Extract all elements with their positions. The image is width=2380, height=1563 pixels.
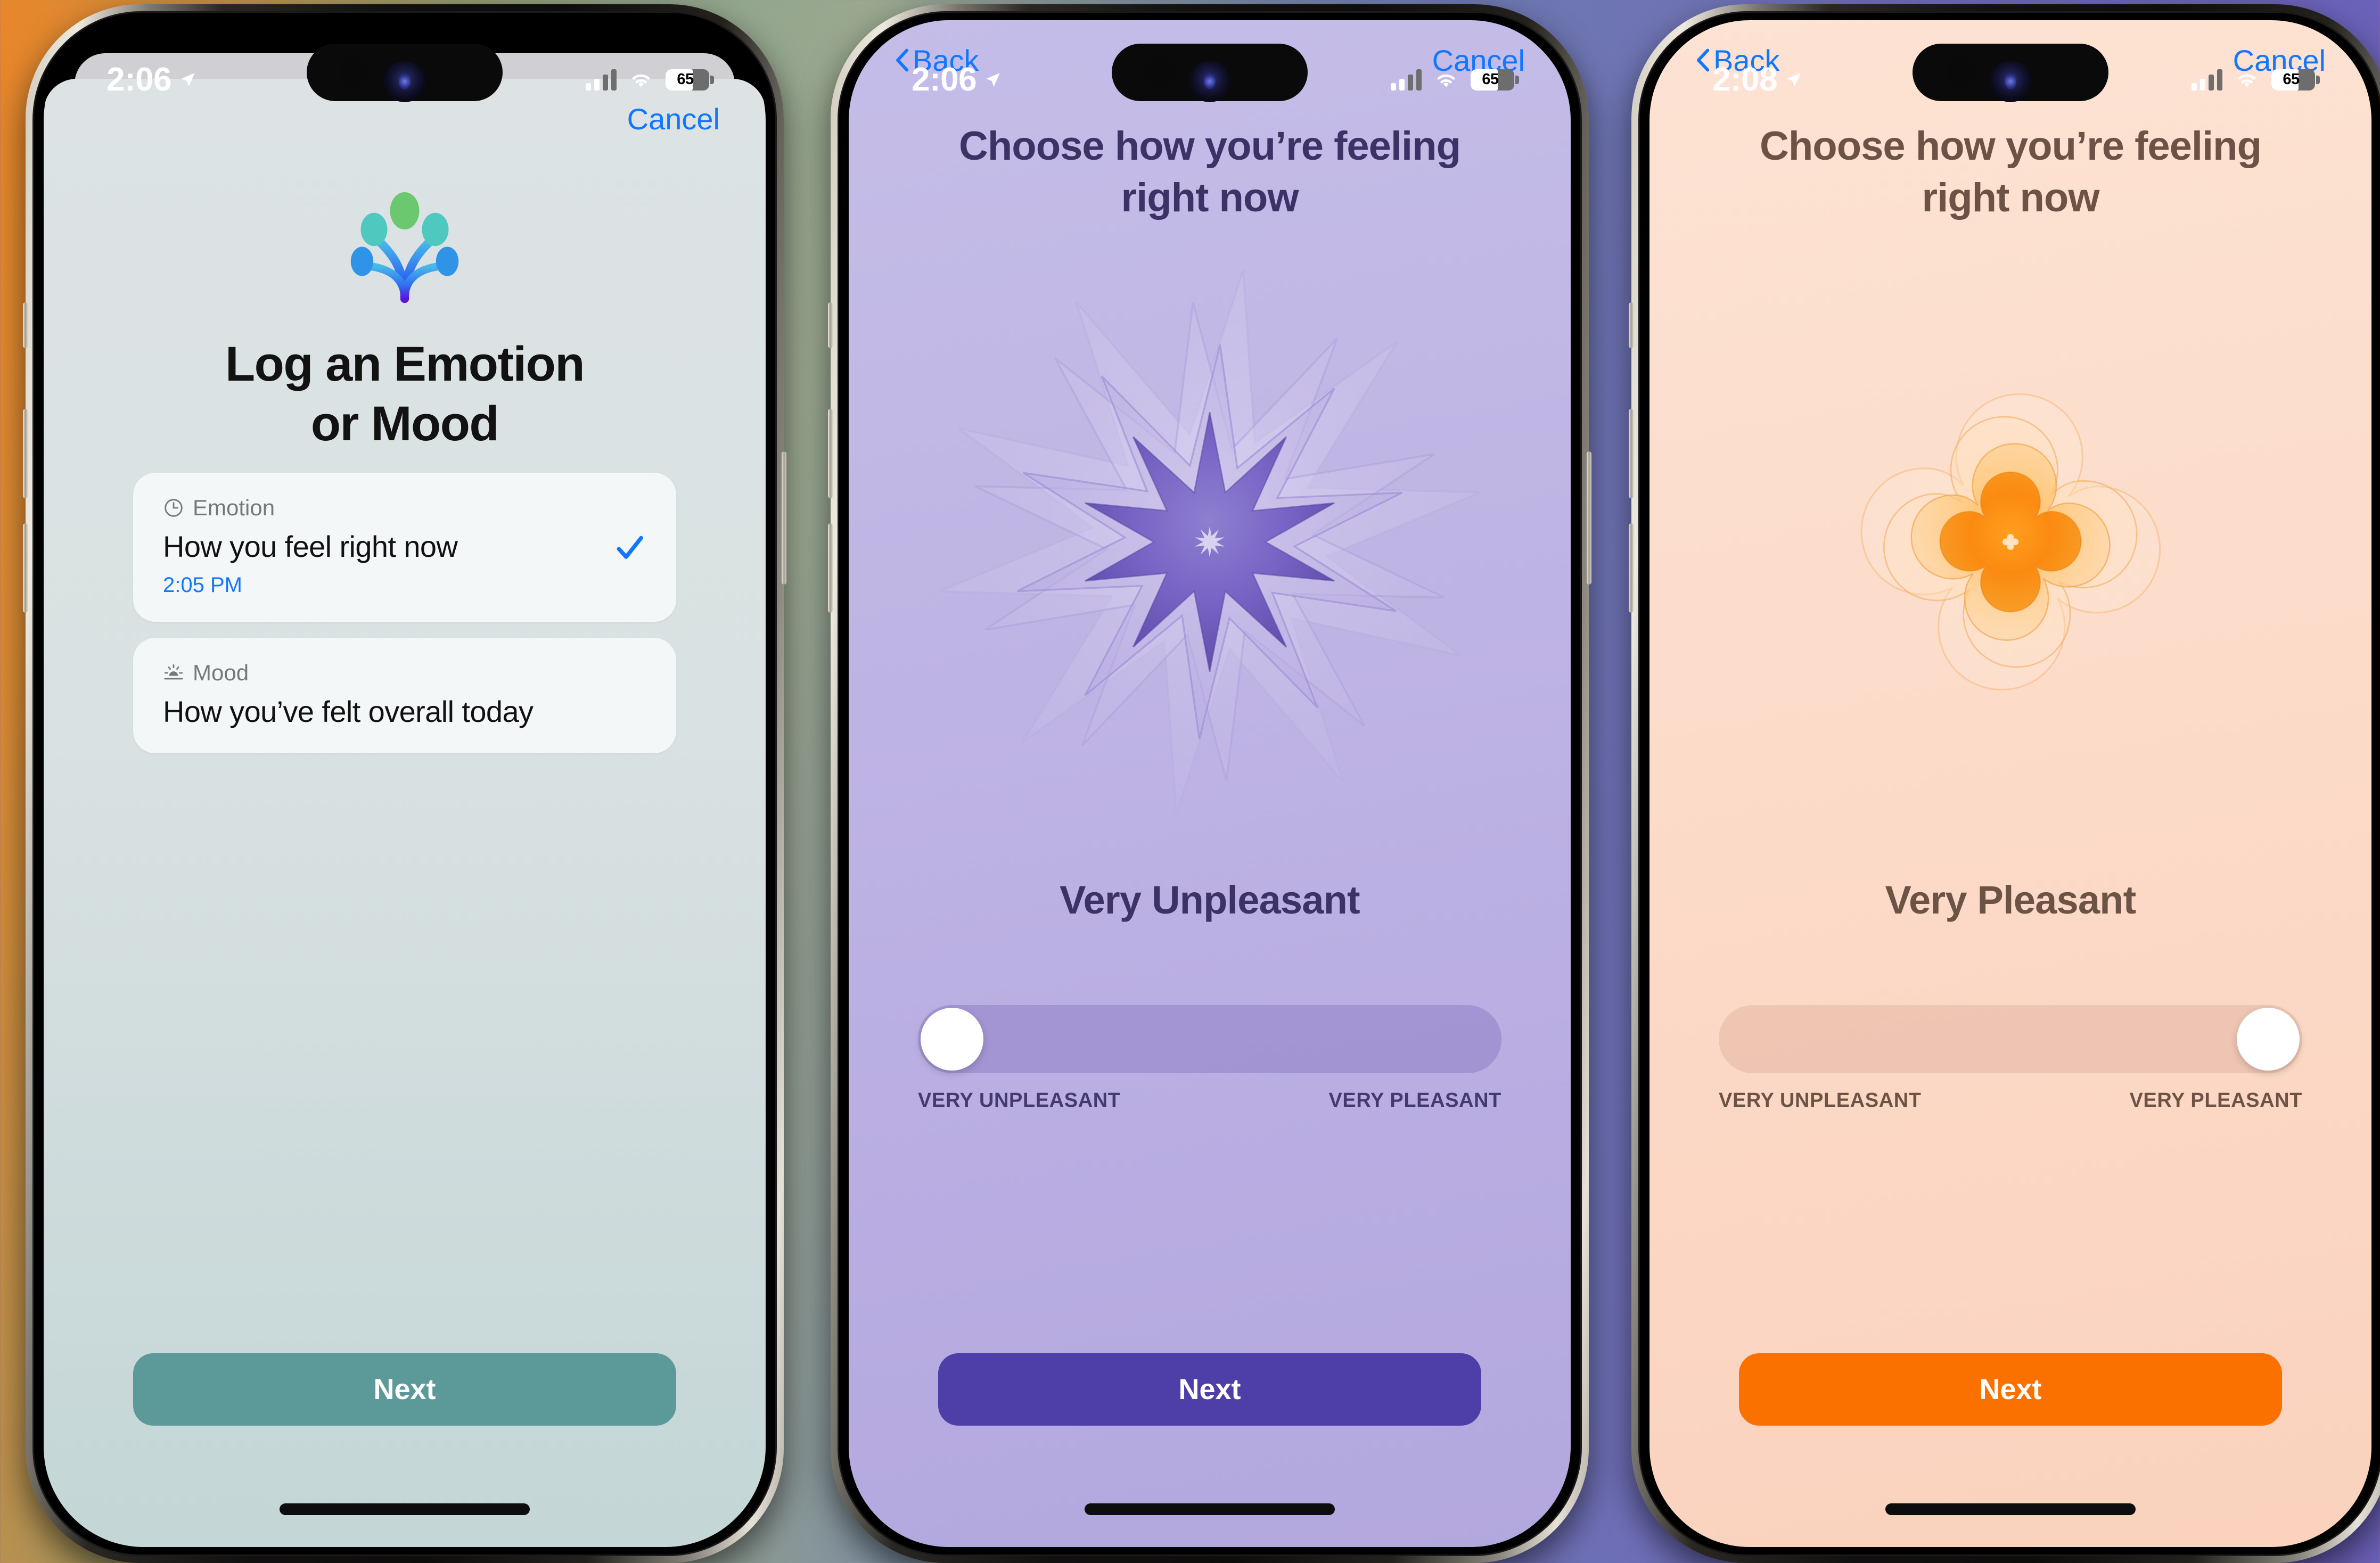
option-card-mood[interactable]: Mood How you’ve felt overall today (133, 638, 676, 753)
slider-thumb[interactable] (2237, 1008, 2300, 1071)
status-bar-right: 65 (2192, 69, 2320, 91)
home-indicator[interactable] (280, 1503, 530, 1515)
option-title: How you’ve felt overall today (163, 695, 534, 728)
location-arrow-icon (181, 72, 195, 87)
slider-track[interactable] (918, 1005, 1501, 1073)
status-time: 2:06 (106, 61, 172, 98)
valence-bloom-pleasant-icon (1845, 378, 2176, 706)
page-heading: Choose how you’re feeling right now (1760, 124, 2262, 221)
home-indicator[interactable] (1885, 1503, 2136, 1515)
option-kicker-emotion: Emotion (163, 495, 646, 521)
option-kicker-mood: Mood (163, 660, 646, 686)
mute-switch[interactable] (23, 302, 28, 348)
status-bar: 2:06 65 (44, 20, 766, 113)
chooser-body: Log an Emotion or Mood Emotion How you f… (44, 159, 766, 1547)
phone-screen: 2:06 65 (849, 20, 1571, 1547)
status-time: 2:06 (912, 61, 977, 98)
slider-end-labels: VERY UNPLEASANT VERY PLEASANT (1719, 1089, 2302, 1112)
status-bar-left: 2:06 (106, 61, 197, 98)
volume-up-button[interactable] (23, 409, 28, 498)
cellular-bars-icon (1391, 69, 1422, 91)
phone-3: 2:08 65 Back Cancel Choose how you’re fe… (1629, 4, 2380, 1563)
valence-label: Very Unpleasant (1060, 878, 1360, 922)
status-bar-left: 2:08 (1712, 61, 1803, 98)
page-heading: Choose how you’re feeling right now (959, 124, 1461, 221)
location-arrow-icon (986, 72, 1000, 87)
option-card-emotion[interactable]: Emotion How you feel right now 2:05 PM (133, 473, 676, 622)
option-timestamp: 2:05 PM (163, 573, 242, 597)
status-bar: 2:08 65 (1649, 20, 2371, 113)
slider-thumb[interactable] (921, 1008, 983, 1071)
battery-percent: 65 (677, 71, 694, 88)
phone-2: 2:06 65 Back Cancel Choose how you’re fe… (828, 4, 1591, 1563)
battery-percent: 65 (2283, 71, 2300, 88)
volume-up-button[interactable] (828, 409, 833, 498)
checkmark-icon (617, 536, 643, 559)
wifi-icon (2238, 74, 2256, 87)
cellular-bars-icon (2192, 69, 2222, 91)
option-kicker-label: Mood (193, 660, 249, 685)
mute-switch[interactable] (1629, 302, 1634, 348)
slider-min-label: VERY UNPLEASANT (918, 1089, 1121, 1112)
valence-label: Very Pleasant (1885, 878, 2137, 922)
slider-end-labels: VERY UNPLEASANT VERY PLEASANT (918, 1089, 1501, 1112)
valence-slider[interactable]: VERY UNPLEASANT VERY PLEASANT (1719, 1005, 2302, 1112)
home-indicator[interactable] (1085, 1503, 1335, 1515)
volume-up-button[interactable] (1629, 409, 1634, 498)
status-bar-left: 2:06 (912, 61, 1002, 98)
option-card-list: Emotion How you feel right now 2:05 PM M… (133, 473, 676, 769)
slider-track[interactable] (1719, 1005, 2302, 1073)
volume-down-button[interactable] (1629, 523, 1634, 613)
battery-icon: 65 (1471, 69, 1519, 91)
phone-screen: 2:06 65 (44, 20, 766, 1547)
valence-slider[interactable]: VERY UNPLEASANT VERY PLEASANT (918, 1005, 1501, 1112)
power-button[interactable] (1587, 451, 1591, 585)
wifi-icon (1437, 74, 1455, 87)
slider-max-label: VERY PLEASANT (2129, 1089, 2302, 1112)
sunrise-icon (164, 664, 183, 680)
status-time: 2:08 (1712, 61, 1778, 98)
battery-icon: 65 (666, 69, 714, 91)
valence-bloom-unpleasant-icon (928, 260, 1492, 824)
next-button[interactable]: Next (1739, 1353, 2282, 1426)
battery-percent: 65 (1482, 71, 1499, 88)
status-bar-right: 65 (1391, 69, 1519, 91)
power-button[interactable] (782, 451, 786, 585)
cellular-bars-icon (586, 69, 617, 91)
valence-body: Choose how you’re feeling right now Very… (849, 100, 1571, 1547)
slider-max-label: VERY PLEASANT (1328, 1089, 1501, 1112)
modal-sheet: Cancel Log an Emotion or Mood Emotion Ho… (44, 79, 766, 1547)
page-title: Log an Emotion or Mood (225, 337, 585, 451)
phone-screen: 2:08 65 Back Cancel Choose how you’re fe… (1649, 20, 2371, 1547)
location-arrow-icon (1787, 72, 1801, 87)
wifi-icon (632, 74, 650, 87)
mute-switch[interactable] (828, 302, 833, 348)
valence-body: Choose how you’re feeling right now Very… (1649, 100, 2371, 1547)
clock-icon (165, 499, 183, 517)
volume-down-button[interactable] (828, 523, 833, 613)
slider-min-label: VERY UNPLEASANT (1719, 1089, 1922, 1112)
battery-icon: 65 (2271, 69, 2320, 91)
status-bar: 2:06 65 (849, 20, 1571, 113)
volume-down-button[interactable] (23, 523, 28, 613)
phone-1: 2:06 65 Cancel Log an Emotion or Mood Em… (23, 4, 786, 1563)
status-bar-right: 65 (586, 69, 714, 91)
screenshot-stage: 2:06 65 Cancel Log an Emotion or Mood Em… (0, 0, 2380, 1563)
option-title: How you feel right now (163, 530, 458, 563)
state-of-mind-burst-icon (350, 192, 459, 307)
option-kicker-label: Emotion (193, 495, 275, 520)
next-button[interactable]: Next (938, 1353, 1481, 1426)
next-button[interactable]: Next (133, 1353, 676, 1426)
